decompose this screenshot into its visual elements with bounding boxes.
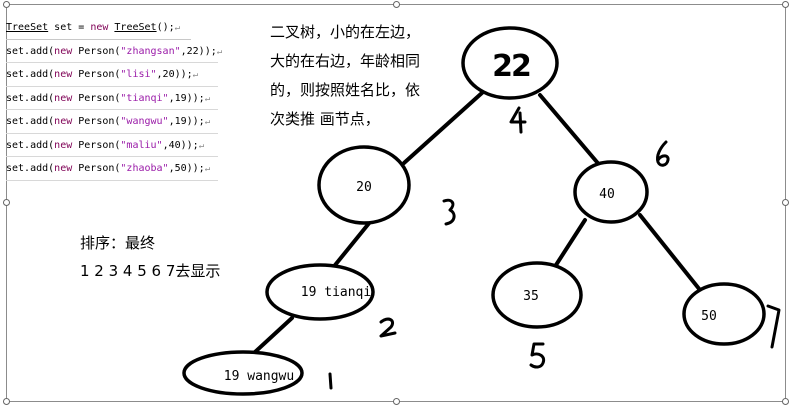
handwritten-number-7 xyxy=(766,304,781,349)
edge-22-40 xyxy=(538,93,604,170)
node-label-19-tianqi: 19 tianqi xyxy=(301,285,371,300)
handwritten-number-4 xyxy=(509,106,527,134)
handwritten-number-5 xyxy=(529,342,546,369)
node-50 xyxy=(682,282,766,346)
node-label-35: 35 xyxy=(523,289,539,304)
node-label-50: 50 xyxy=(701,309,717,324)
edge-22-20 xyxy=(402,90,485,165)
handwritten-number-2 xyxy=(379,317,397,338)
binary-tree-diagram: 22 20 40 19 tianqi 35 50 19 wangwu xyxy=(182,26,781,396)
edge-40-35 xyxy=(554,218,587,267)
edge-19t-19w xyxy=(253,316,294,354)
node-label-root: 22 xyxy=(492,49,530,84)
node-label-20: 20 xyxy=(356,180,372,195)
node-label-40: 40 xyxy=(599,187,615,202)
handwritten-number-6 xyxy=(656,140,670,167)
handwritten-number-3 xyxy=(442,198,456,226)
edge-40-50 xyxy=(638,213,702,292)
handwritten-number-1 xyxy=(328,372,333,390)
node-label-19-wangwu: 19 wangwu xyxy=(224,369,294,384)
